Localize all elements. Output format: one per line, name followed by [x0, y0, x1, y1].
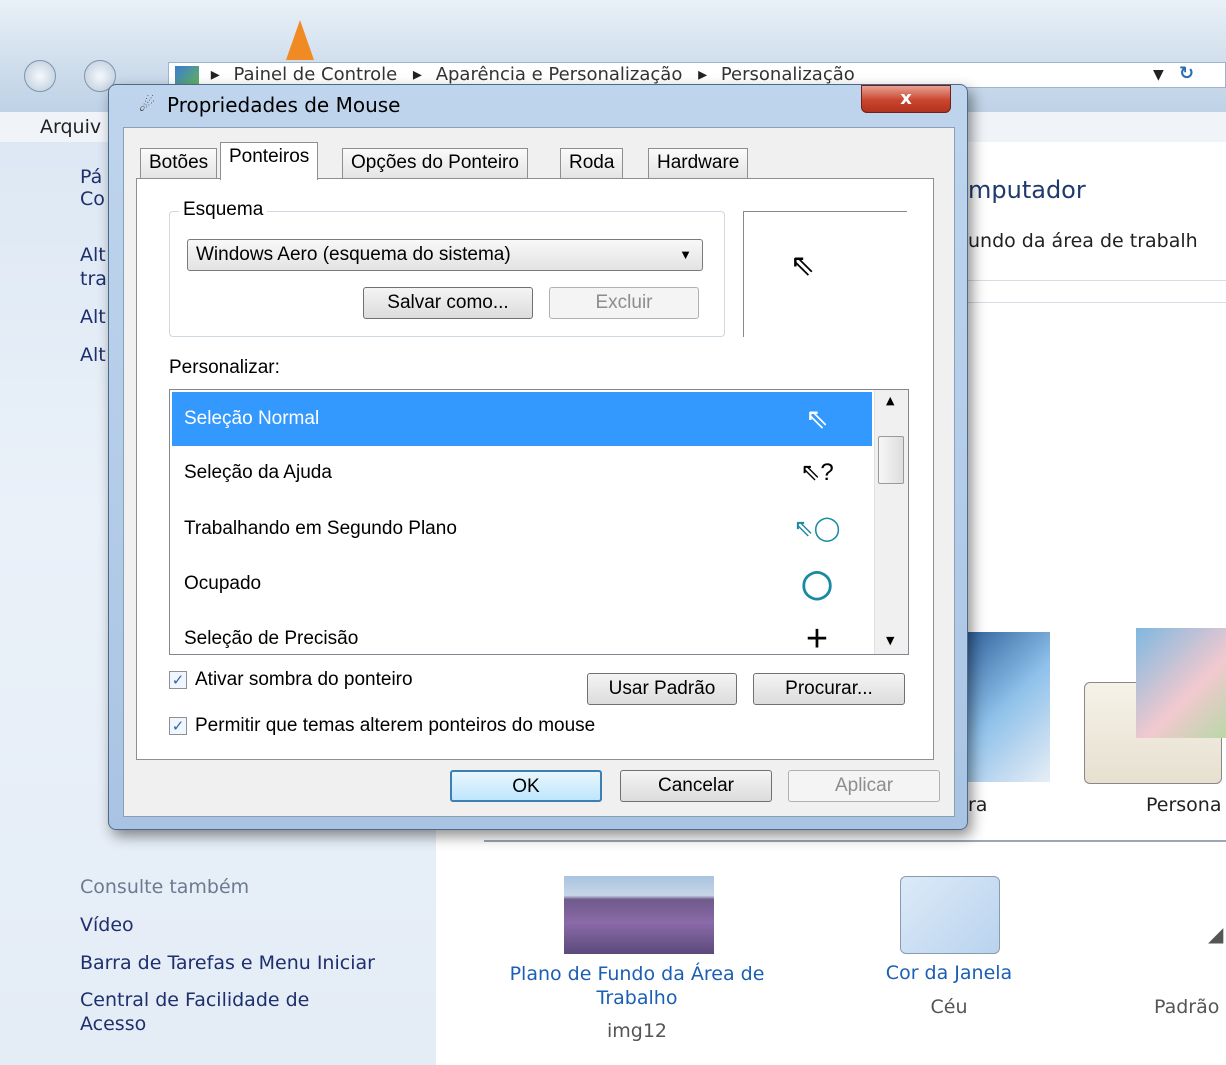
chevron-down-icon: ▼	[679, 247, 692, 262]
list-item[interactable]: Ocupado ◯	[172, 557, 872, 611]
see-also-ease-of-access[interactable]: Central de Facilidade de Acesso	[80, 988, 370, 1036]
close-button[interactable]: x	[861, 85, 951, 113]
shadow-label: Ativar sombra do ponteiro	[195, 669, 413, 690]
sidebar-fragment[interactable]: Alt	[80, 306, 106, 328]
wallpaper-link[interactable]: Plano de Fundo da Área de Trabalho	[476, 962, 798, 1010]
window-color-name: Céu	[930, 996, 968, 1018]
scrollbar-thumb[interactable]	[878, 436, 904, 484]
breadcrumb-appearance[interactable]: Aparência e Personalização	[436, 64, 683, 85]
busy-cursor-icon: ◯	[801, 568, 833, 599]
use-default-button[interactable]: Usar Padrão	[587, 673, 737, 705]
cancel-button[interactable]: Cancelar	[620, 770, 772, 802]
scheme-select[interactable]: Windows Aero (esquema do sistema) ▼	[187, 239, 703, 271]
breadcrumb-sep-icon: ▸	[210, 64, 220, 85]
sound-icon[interactable]: ◢	[1208, 922, 1223, 946]
control-panel-icon	[175, 66, 199, 84]
delete-button[interactable]: Excluir	[549, 287, 699, 319]
refresh-icon[interactable]: ↻	[1179, 62, 1194, 86]
breadcrumb-control-panel[interactable]: Painel de Controle	[234, 64, 398, 85]
window-color-link[interactable]: Cor da Janela	[856, 962, 1042, 984]
tab-pointers[interactable]: Ponteiros	[220, 142, 319, 180]
list-item[interactable]: Seleção da Ajuda ⇖?	[172, 446, 872, 500]
scheme-value: Windows Aero (esquema do sistema)	[196, 244, 511, 265]
tab-hardware[interactable]: Hardware	[648, 148, 749, 178]
close-icon: x	[900, 88, 912, 109]
list-item[interactable]: Seleção Normal ⇖	[172, 392, 872, 446]
pointer-list[interactable]: Seleção Normal ⇖ Seleção da Ajuda ⇖? Tra…	[169, 389, 909, 655]
tab-buttons[interactable]: Botões	[140, 148, 218, 178]
sidebar-fragment[interactable]: tra	[80, 268, 107, 290]
list-scrollbar[interactable]: ▲ ▼	[874, 390, 908, 654]
customize-label: Personalizar:	[169, 357, 280, 378]
breadcrumb-sep-icon: ▸	[698, 64, 708, 85]
scroll-up-icon[interactable]: ▲	[886, 394, 894, 407]
tab-pointer-options[interactable]: Opções do Ponteiro	[342, 148, 528, 178]
pointer-name: Seleção Normal	[184, 408, 320, 429]
themes-label: Permitir que temas alterem ponteiros do …	[195, 715, 596, 736]
dialog-title: Propriedades de Mouse	[167, 93, 401, 117]
scheme-group-label: Esquema	[179, 199, 268, 221]
save-as-button[interactable]: Salvar como...	[363, 287, 533, 319]
sidebar-fragment[interactable]: Alt	[80, 344, 106, 366]
pointer-name: Seleção de Precisão	[184, 628, 359, 649]
menu-file[interactable]: Arquiv	[40, 116, 101, 138]
wallpaper-name: img12	[606, 1020, 668, 1042]
themes-checkbox[interactable]: ✓	[169, 717, 187, 735]
ok-button[interactable]: OK	[450, 770, 602, 802]
browse-button[interactable]: Procurar...	[753, 673, 905, 705]
see-also-video[interactable]: Vídeo	[80, 914, 134, 936]
working-cursor-icon: ⇖◯	[793, 515, 841, 542]
address-dropdown-icon[interactable]: ▼	[1153, 63, 1164, 87]
see-also-taskbar[interactable]: Barra de Tarefas e Menu Iniciar	[80, 952, 375, 974]
mouse-icon: ☄	[139, 95, 156, 116]
sidebar-fragment[interactable]: Pá	[80, 166, 102, 188]
traffic-cone-icon	[286, 20, 314, 60]
pointer-name: Trabalhando em Segundo Plano	[184, 518, 457, 539]
main-subheading: undo da área de trabalh	[968, 230, 1198, 252]
theme-thumbnail	[1136, 628, 1226, 738]
list-item[interactable]: Trabalhando em Segundo Plano ⇖◯	[172, 502, 872, 556]
see-also-heading: Consulte também	[80, 876, 250, 898]
list-item[interactable]: Seleção de Precisão +	[172, 612, 872, 655]
breadcrumb-sep-icon: ▸	[412, 64, 422, 85]
window-color-thumbnail[interactable]	[900, 876, 1000, 954]
dialog-body: Botões Ponteiros Opções do Ponteiro Roda…	[123, 127, 955, 817]
help-cursor-icon: ⇖?	[800, 459, 834, 486]
apply-button[interactable]: Aplicar	[788, 770, 940, 802]
pointer-name: Ocupado	[184, 573, 262, 594]
separator	[966, 280, 1226, 281]
arrow-cursor-icon: ⇖	[805, 403, 829, 434]
main-heading: mputador	[968, 176, 1086, 204]
scroll-down-icon[interactable]: ▼	[886, 634, 894, 647]
theme-label: ra	[968, 794, 988, 816]
sidebar-fragment[interactable]: Co	[80, 188, 105, 210]
crosshair-cursor-icon: +	[805, 618, 829, 655]
pointer-preview: ⇖	[743, 211, 907, 337]
back-button[interactable]	[24, 60, 56, 92]
mouse-properties-dialog: ☄ Propriedades de Mouse x Botões Ponteir…	[108, 84, 968, 830]
pointers-tab-page: Esquema Windows Aero (esquema do sistema…	[136, 178, 934, 760]
separator	[484, 840, 1226, 842]
tab-wheel[interactable]: Roda	[560, 148, 624, 178]
breadcrumb-personalization[interactable]: Personalização	[721, 64, 855, 85]
pointer-name: Seleção da Ajuda	[184, 462, 332, 483]
sidebar-fragment[interactable]: Alt	[80, 244, 106, 266]
shadow-checkbox[interactable]: ✓	[169, 671, 187, 689]
arrow-cursor-icon: ⇖	[790, 248, 816, 283]
wallpaper-thumbnail[interactable]	[564, 876, 714, 954]
separator	[966, 302, 1226, 303]
sounds-name: Padrão	[1154, 996, 1220, 1018]
theme-thumbnail[interactable]	[960, 632, 1050, 782]
theme-label-custom: Persona	[1146, 794, 1222, 816]
